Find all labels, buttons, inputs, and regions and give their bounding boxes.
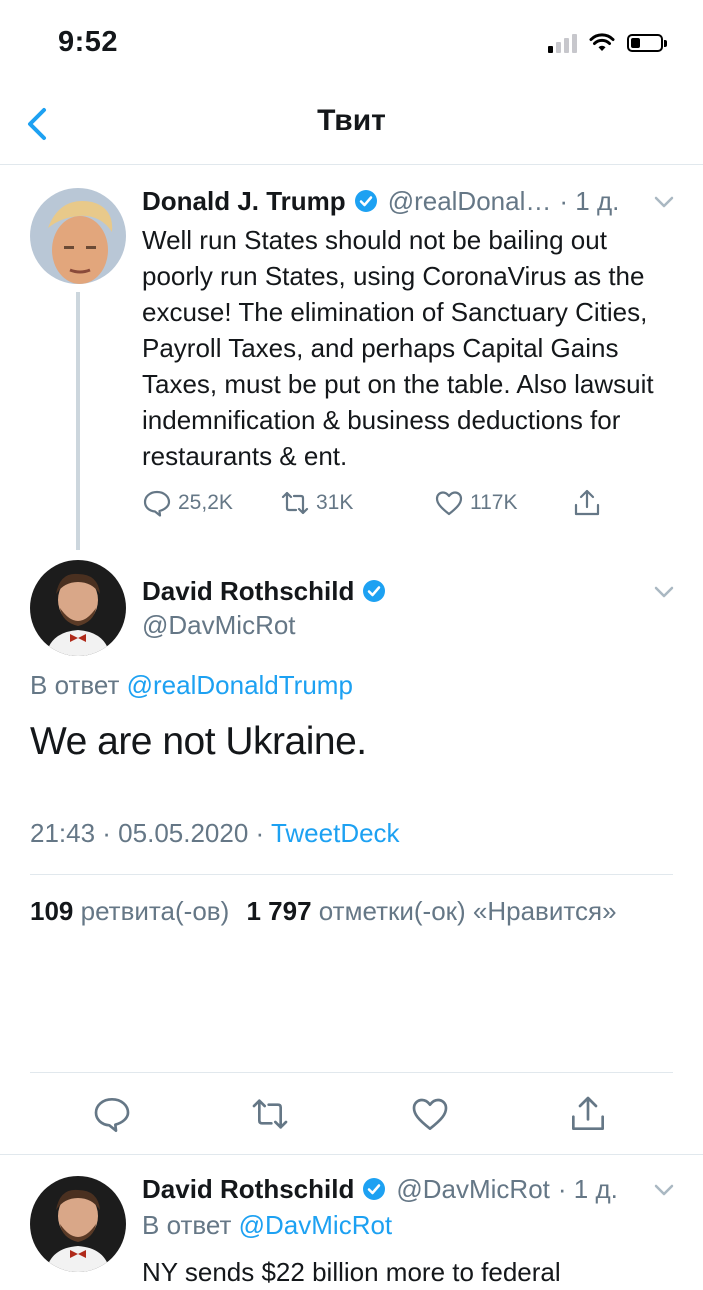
reply-count: 25,2K bbox=[178, 491, 233, 514]
retweet-count: 109 bbox=[30, 896, 74, 926]
back-arrow-icon[interactable] bbox=[20, 104, 56, 144]
author-name[interactable]: David Rothschild bbox=[142, 1174, 354, 1205]
likes-stat[interactable]: 1 797 отметки(-ок) «Нравится» bbox=[246, 896, 616, 926]
reply-icon[interactable] bbox=[92, 1094, 132, 1134]
meta-divider bbox=[30, 874, 673, 875]
author-handle[interactable]: @DavMicRot bbox=[396, 1174, 550, 1205]
avatar-trump[interactable] bbox=[30, 188, 126, 284]
retweet-count: 31K bbox=[316, 491, 354, 514]
main-tweet-author: David Rothschild bbox=[142, 574, 386, 608]
reply-prefix: В ответ bbox=[142, 1210, 232, 1240]
retweet-button[interactable]: 31K bbox=[280, 488, 434, 518]
heart-icon bbox=[435, 491, 463, 516]
next-reply-context: В ответ @DavMicRot bbox=[142, 1210, 392, 1241]
like-count: 1 797 bbox=[246, 896, 312, 926]
chevron-down-icon[interactable] bbox=[652, 190, 676, 214]
main-tweet-text: We are not Ukraine. bbox=[30, 720, 367, 763]
share-icon bbox=[574, 489, 600, 516]
retweet-icon[interactable] bbox=[250, 1094, 290, 1134]
tweet-time: · 1 д. bbox=[559, 185, 620, 216]
verified-badge-icon bbox=[363, 580, 386, 602]
like-label: отметки(-ок) «Нравится» bbox=[318, 896, 617, 926]
reply-icon bbox=[143, 490, 171, 517]
engagement-stats: 109 ретвита(-ов) 1 797 отметки(-ок) «Нра… bbox=[30, 896, 617, 927]
avatar-rothschild[interactable] bbox=[30, 560, 126, 656]
tweet-source-link[interactable]: TweetDeck bbox=[271, 818, 400, 848]
author-handle[interactable]: @DavMicRot bbox=[142, 610, 296, 641]
avatar-rothschild-reply[interactable] bbox=[30, 1176, 126, 1272]
page-title: Твит bbox=[317, 104, 386, 137]
share-button[interactable] bbox=[572, 488, 602, 518]
reply-context: В ответ @realDonaldTrump bbox=[30, 670, 353, 701]
share-icon[interactable] bbox=[568, 1094, 608, 1134]
wifi-icon bbox=[589, 33, 615, 51]
status-time: 9:52 bbox=[58, 26, 119, 58]
retweets-stat[interactable]: 109 ретвита(-ов) bbox=[30, 896, 229, 926]
parent-tweet-header: Donald J. Trump @realDonal… · 1 д. bbox=[142, 184, 678, 218]
next-tweet-text: NY sends $22 billion more to federal bbox=[142, 1257, 561, 1287]
tweet-meta: 21:43 · 05.05.2020 · TweetDeck bbox=[30, 818, 400, 849]
verified-badge-icon bbox=[363, 1178, 386, 1200]
reply-to-link[interactable]: @DavMicRot bbox=[239, 1210, 393, 1240]
verified-badge-icon bbox=[354, 190, 377, 212]
like-button[interactable]: 117K bbox=[434, 488, 572, 518]
battery-icon bbox=[627, 34, 667, 52]
next-tweet-header: David Rothschild @DavMicRot · 1 д. bbox=[142, 1172, 678, 1206]
tweet-actions: 25,2K 31K 117K bbox=[142, 486, 602, 520]
retweet-label: ретвита(-ов) bbox=[80, 896, 230, 926]
reply-button[interactable]: 25,2K bbox=[142, 488, 280, 518]
thread-connector bbox=[76, 292, 80, 550]
actions-divider-bottom bbox=[0, 1154, 703, 1155]
tweet-time: · 1 д. bbox=[557, 1173, 618, 1204]
heart-icon[interactable] bbox=[410, 1094, 450, 1134]
status-icons bbox=[548, 30, 667, 56]
main-tweet-actions bbox=[0, 1094, 703, 1138]
like-count: 117K bbox=[470, 491, 518, 514]
retweet-icon bbox=[281, 491, 309, 515]
chevron-down-icon[interactable] bbox=[652, 1178, 676, 1202]
tweet-text: Well run States should not be bailing ou… bbox=[142, 225, 654, 471]
cellular-signal-icon bbox=[548, 33, 577, 53]
reply-prefix: В ответ bbox=[30, 670, 120, 700]
author-handle[interactable]: @realDonal… bbox=[388, 186, 552, 217]
reply-to-link[interactable]: @realDonaldTrump bbox=[127, 670, 353, 700]
tweet-timestamp: 21:43 · 05.05.2020 · bbox=[30, 818, 265, 848]
author-name[interactable]: David Rothschild bbox=[142, 576, 354, 607]
actions-divider-top bbox=[30, 1072, 673, 1073]
chevron-down-icon[interactable] bbox=[652, 580, 676, 604]
nav-divider bbox=[0, 164, 703, 165]
author-name[interactable]: Donald J. Trump bbox=[142, 186, 346, 217]
